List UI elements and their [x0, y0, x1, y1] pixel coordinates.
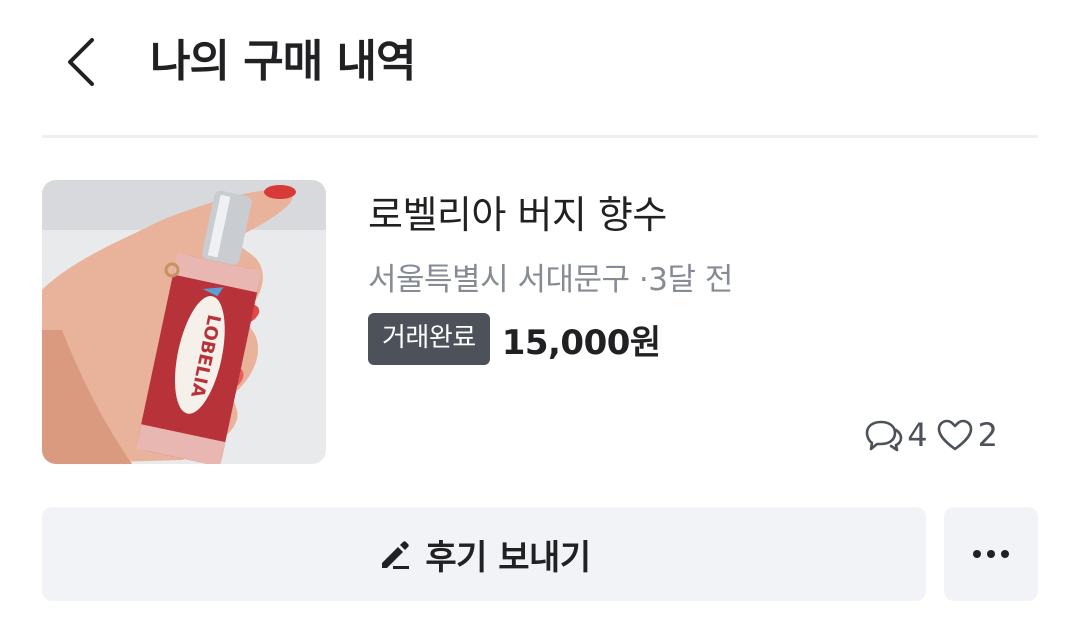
chat-count: 4 — [907, 416, 928, 454]
page-title: 나의 구매 내역 — [150, 36, 417, 87]
more-horizontal-icon — [973, 550, 1009, 558]
item-meta: 서울특별시 서대문구 ·3달 전 — [368, 258, 733, 302]
header-divider — [42, 135, 1038, 138]
product-thumbnail[interactable]: LOBELIA — [42, 180, 326, 464]
more-options-button[interactable] — [944, 507, 1038, 601]
perfume-photo: LOBELIA — [42, 180, 326, 464]
status-price-row: 거래완료 15,000원 — [368, 313, 661, 365]
purchase-item-card[interactable]: LOBELIA 로벨리아 버지 향수 서울특별시 서대문구 ·3달 전 거래완료… — [42, 180, 1038, 465]
chat-bubbles-icon — [865, 420, 903, 452]
item-counts: 4 2 — [863, 416, 998, 454]
like-count: 2 — [977, 416, 998, 454]
chevron-left-icon — [68, 38, 94, 86]
app-header: 나의 구매 내역 — [0, 0, 1080, 130]
pencil-icon — [382, 541, 410, 569]
item-price: 15,000원 — [501, 322, 661, 363]
heart-icon — [937, 419, 972, 451]
status-badge: 거래완료 — [368, 313, 490, 365]
back-button[interactable] — [50, 30, 110, 94]
item-time-ago: 3달 전 — [648, 262, 733, 298]
item-location: 서울특별시 서대문구 — [368, 262, 630, 298]
meta-separator: · — [638, 262, 649, 298]
send-review-label: 후기 보내기 — [425, 537, 591, 578]
send-review-button[interactable]: 후기 보내기 — [42, 507, 926, 601]
item-title[interactable]: 로벨리아 버지 향수 — [368, 190, 667, 240]
